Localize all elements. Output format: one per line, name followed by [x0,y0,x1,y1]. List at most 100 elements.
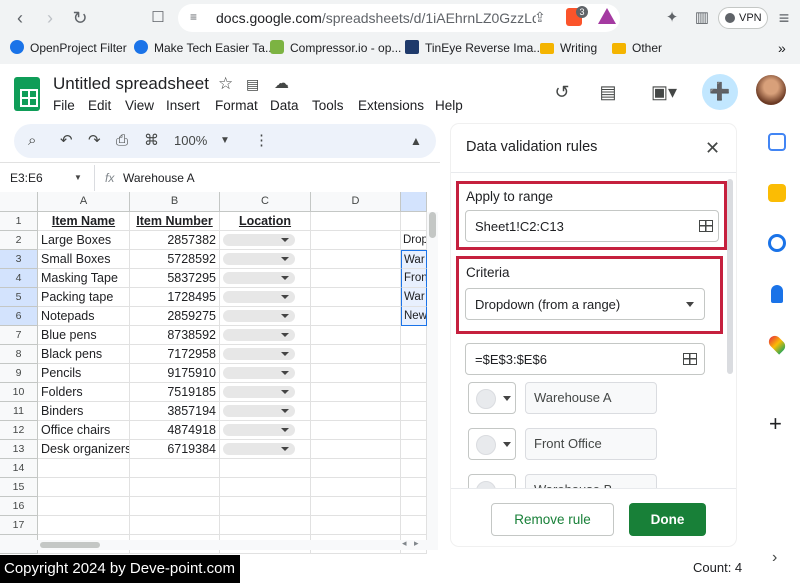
grid-cell[interactable] [401,459,427,478]
column-header-b[interactable]: B [130,192,220,212]
dropdown-chip[interactable] [223,329,295,341]
row-header[interactable]: 12 [0,421,38,440]
row-header[interactable]: 17 [0,516,38,535]
source-range-input[interactable]: =$E$3:$E$6 [465,343,705,375]
item-number-cell[interactable]: 1728495 [130,288,220,307]
forward-icon[interactable]: › [38,6,62,30]
grid-cell[interactable] [311,307,401,326]
contacts-icon[interactable] [771,285,783,303]
bookmark-folder-other[interactable]: Other [612,38,662,58]
row-header[interactable]: 8 [0,345,38,364]
option-color-picker[interactable] [468,382,516,414]
grid-cell[interactable] [401,421,427,440]
bookmark-openproject[interactable]: OpenProject Filter [10,38,127,58]
dropdown-chip[interactable] [223,386,295,398]
dropdown-chip[interactable] [223,234,295,246]
grid-cell[interactable] [311,383,401,402]
dropdown-chip[interactable] [223,348,295,360]
bookmark-tineye[interactable]: TinEye Reverse Ima... [405,38,543,58]
meet-icon[interactable]: ▣▾ [644,80,684,104]
browser-menu-icon[interactable]: ≡ [772,6,796,30]
item-name-cell[interactable]: Black pens [38,345,130,364]
grid-cell[interactable] [311,516,401,535]
bookmark-maketecheasier[interactable]: Make Tech Easier Ta... [134,38,275,58]
option-value-3[interactable]: Warehouse B [525,474,657,488]
grid-cell[interactable] [401,345,427,364]
location-dropdown-cell[interactable] [220,440,311,459]
scroll-left-icon[interactable]: ◂ [402,538,407,549]
select-range-icon[interactable] [683,353,697,365]
menu-help[interactable]: Help [435,98,463,113]
row-header[interactable]: 6 [0,307,38,326]
bookmark-icon[interactable]: ☐ [146,6,170,30]
location-dropdown-cell[interactable] [220,383,311,402]
column-header-c[interactable]: C [220,192,311,212]
grid-cell[interactable] [38,516,130,535]
add-addon-icon[interactable]: + [769,411,782,437]
header-item-name[interactable]: Item Name [38,212,130,231]
site-settings-icon[interactable]: ≡ [190,10,197,24]
row-header[interactable]: 14 [0,459,38,478]
item-number-cell[interactable]: 9175910 [130,364,220,383]
keep-icon[interactable] [768,184,786,202]
option-color-picker[interactable] [468,474,516,488]
star-icon[interactable]: ☆ [218,72,233,96]
item-number-cell[interactable]: 4874918 [130,421,220,440]
location-dropdown-cell[interactable] [220,364,311,383]
comments-icon[interactable]: ▤ [596,80,620,104]
grid-cell[interactable] [220,478,311,497]
sheets-logo-icon[interactable] [14,77,40,111]
dropdown-chip[interactable] [223,367,295,379]
item-name-cell[interactable]: Small Boxes [38,250,130,269]
menu-data[interactable]: Data [270,98,299,113]
column-e-cell[interactable]: Fron [401,269,427,288]
grid-scrollbar-horizontal[interactable]: ◂ ▸ [0,538,438,550]
grid-cell[interactable] [38,497,130,516]
grid-cell[interactable] [38,478,130,497]
calendar-icon[interactable] [768,133,786,151]
grid-cell[interactable] [401,440,427,459]
menu-extensions[interactable]: Extensions [358,98,424,113]
h-scrollbar-thumb[interactable] [40,542,100,548]
document-title[interactable]: Untitled spreadsheet [53,74,209,94]
dropdown-chip[interactable] [223,253,295,265]
location-dropdown-cell[interactable] [220,307,311,326]
column-e-cell[interactable]: New [401,307,427,326]
dropdown-chip[interactable] [223,272,295,284]
item-name-cell[interactable]: Masking Tape [38,269,130,288]
item-name-cell[interactable]: Packing tape [38,288,130,307]
search-icon[interactable]: ⌕ [28,130,36,152]
vpn-button[interactable]: VPN [718,7,768,29]
item-name-cell[interactable]: Desk organizers [38,440,130,459]
extensions-icon[interactable]: ✦ [660,6,684,30]
grid-cell[interactable] [311,478,401,497]
item-name-cell[interactable]: Large Boxes [38,231,130,250]
location-dropdown-cell[interactable] [220,402,311,421]
row-header[interactable]: 7 [0,326,38,345]
grid-cell[interactable] [401,364,427,383]
menu-tools[interactable]: Tools [312,98,344,113]
row-header[interactable]: 13 [0,440,38,459]
share-icon[interactable]: ⇪ [534,9,546,26]
dropdown-chip[interactable] [223,443,295,455]
redo-icon[interactable]: ↷ [88,130,101,152]
option-value-1[interactable]: Warehouse A [525,382,657,414]
print-icon[interactable]: ⎙ [116,130,128,152]
location-dropdown-cell[interactable] [220,345,311,364]
dropdown-chip[interactable] [223,405,295,417]
item-name-cell[interactable]: Notepads [38,307,130,326]
column-e-cell[interactable]: War [401,288,427,307]
move-folder-icon[interactable]: ▤ [246,72,259,96]
grid-cell[interactable] [130,478,220,497]
remove-rule-button[interactable]: Remove rule [491,503,614,536]
grid-cell[interactable] [401,326,427,345]
grid-cell[interactable] [401,478,427,497]
grid-cell[interactable] [311,250,401,269]
grid-cell[interactable] [311,421,401,440]
item-number-cell[interactable]: 5728592 [130,250,220,269]
select-all-corner[interactable] [0,192,38,212]
row-header[interactable]: 2 [0,231,38,250]
column-header-a[interactable]: A [38,192,130,212]
grid-cell[interactable] [130,497,220,516]
reload-icon[interactable]: ↻ [68,6,92,30]
